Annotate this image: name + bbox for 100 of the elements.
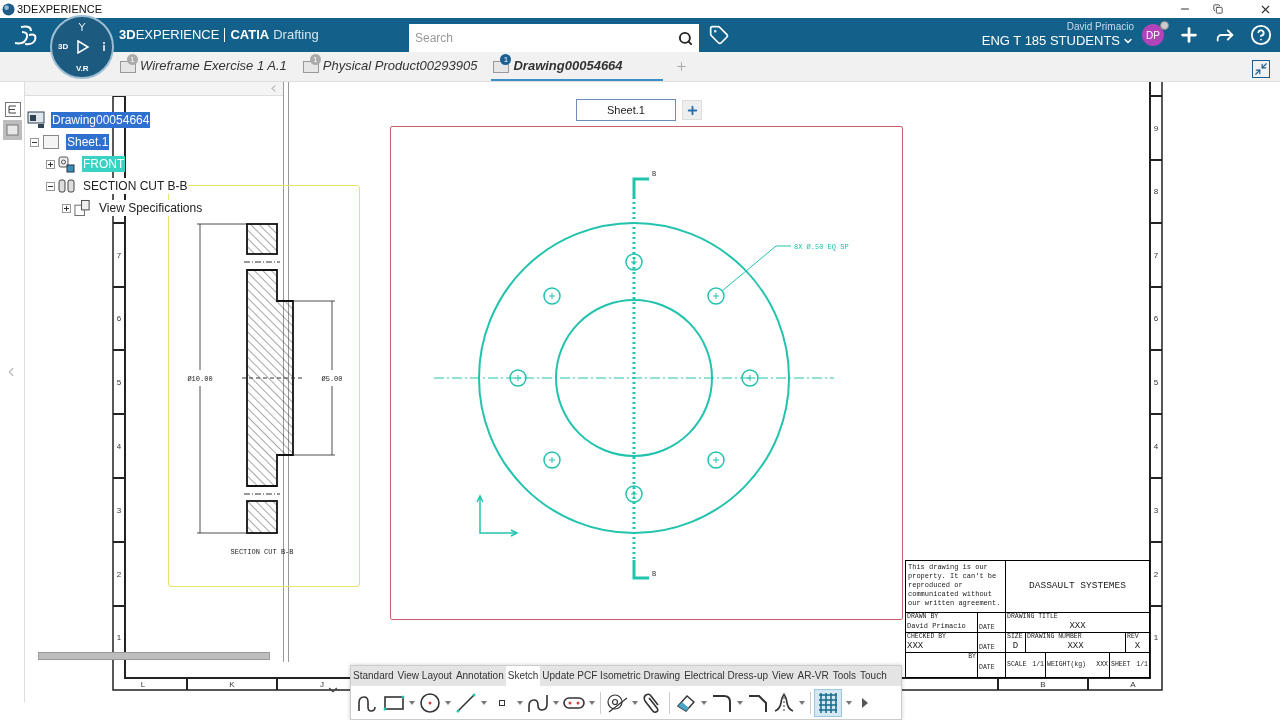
caret-icon[interactable]	[631, 699, 639, 706]
circle-icon[interactable]	[418, 690, 442, 715]
app-name: CATIA	[230, 26, 270, 45]
field-value: XXX	[1069, 621, 1086, 632]
plus-icon[interactable]	[1178, 24, 1200, 46]
tab-badge: 1	[500, 54, 512, 65]
ruler-label: 5	[116, 378, 122, 387]
sheet-tab[interactable]: Sheet.1	[576, 99, 676, 121]
document-tab[interactable]: 1 Wireframe Exercise 1 A.1	[118, 53, 289, 81]
tree-item[interactable]: Drawing00054664	[51, 112, 151, 128]
tree-view-icon[interactable]	[5, 102, 21, 117]
toolbar-tab[interactable]: Touch	[858, 666, 889, 686]
field-value: XXX	[907, 641, 925, 652]
caret-icon[interactable]	[700, 699, 708, 706]
ruler-label: 2	[116, 570, 122, 579]
document-tab[interactable]: 1 Physical Product00293905	[300, 53, 480, 81]
section-hatch-block	[246, 223, 278, 255]
ruler-label: 9	[1153, 124, 1159, 133]
search-field[interactable]: Search	[409, 24, 699, 52]
expand-toggle[interactable]	[46, 159, 55, 169]
tenant-name[interactable]: ENG T 185 STUDENTS	[981, 33, 1120, 49]
leader-line	[721, 245, 792, 292]
ruler-label: A	[1130, 680, 1136, 689]
ruler-label: 4	[116, 442, 122, 451]
ruler-label: 5	[1153, 378, 1159, 387]
tree-item[interactable]: View Specifications	[98, 200, 204, 216]
hole-circle	[543, 451, 561, 469]
toolbar-tab[interactable]: Update PCF Isometric Drawing	[540, 666, 683, 686]
tree-item[interactable]: SECTION CUT B-B	[82, 178, 189, 194]
toolbar-tab[interactable]: View Layout	[395, 666, 454, 686]
help-icon[interactable]	[1250, 24, 1272, 46]
search-icon[interactable]	[678, 30, 693, 46]
caret-icon[interactable]	[444, 699, 452, 706]
collapse-toggle[interactable]	[30, 137, 39, 147]
ruler-label: 3	[1153, 506, 1159, 515]
ruler-label: 7	[116, 251, 122, 260]
status-dot-icon	[1160, 21, 1169, 30]
info-icon[interactable]	[102, 42, 108, 52]
document-tab[interactable]: 1 Drawing00054664	[491, 53, 664, 81]
ruler-label: K	[229, 680, 235, 689]
tab-badge: 1	[309, 54, 321, 65]
plus-icon	[685, 103, 699, 117]
tree-item[interactable]: Sheet.1	[66, 134, 110, 150]
restore-icon[interactable]	[1213, 4, 1223, 14]
ruler-label: B	[1040, 680, 1046, 689]
tab-badge: 1	[127, 54, 138, 65]
window-title: 3DEXPERIENCE	[17, 1, 102, 17]
caret-icon[interactable]	[588, 699, 596, 706]
toolbar-tab[interactable]: AR-VR	[795, 666, 831, 686]
view-icon	[58, 155, 75, 173]
caret-icon[interactable]	[552, 699, 560, 706]
collapse-icon[interactable]	[1252, 60, 1270, 78]
ruler-label: 7	[1153, 251, 1159, 260]
caret-icon[interactable]	[845, 699, 853, 706]
ruler-label: 6	[116, 314, 122, 323]
caret-icon[interactable]	[480, 699, 488, 706]
scroll-right-icon[interactable]	[861, 696, 869, 709]
collapse-toggle[interactable]	[46, 181, 55, 191]
toolbar-tab[interactable]: Annotation	[453, 666, 506, 686]
toolbar-tab[interactable]: Electrical Dress-up	[682, 666, 771, 686]
scrollbar[interactable]	[38, 652, 270, 660]
search-input[interactable]: Search	[415, 29, 678, 47]
compass-label[interactable]: V.R	[76, 63, 89, 75]
expand-toggle[interactable]	[62, 203, 71, 213]
tab-label: Drawing00054664	[513, 57, 623, 76]
field-value: X	[1134, 641, 1141, 652]
play-icon[interactable]	[76, 40, 90, 54]
grid-icon	[817, 691, 839, 714]
hole-circle	[625, 253, 643, 271]
caret-icon[interactable]	[798, 699, 806, 706]
grid-button[interactable]	[814, 688, 842, 717]
caret-icon[interactable]	[516, 699, 524, 706]
ruler-label: J	[320, 680, 324, 689]
ruler-label: 1	[1153, 633, 1159, 642]
compass-label[interactable]: 3D	[58, 41, 69, 53]
ruler-label: L	[140, 680, 146, 689]
caret-icon[interactable]	[408, 699, 416, 706]
ruler-label: 3	[116, 506, 122, 515]
ruler-label: 1	[116, 633, 122, 642]
toolbar-tab[interactable]: Sketch	[505, 666, 541, 686]
center-line	[241, 377, 304, 379]
toolbar-tab[interactable]: View	[770, 666, 796, 686]
module-name: Drafting	[273, 26, 319, 45]
hole-circle	[707, 451, 725, 469]
add-sheet-button[interactable]	[682, 100, 702, 120]
company-name: DASSAULT SYSTEMES	[1029, 579, 1126, 594]
axis-icon	[476, 494, 519, 537]
toolbar-tab[interactable]: Standard	[351, 666, 396, 686]
user-avatar[interactable]: DP	[1142, 24, 1164, 46]
section-hatch-block	[246, 500, 278, 534]
drawing-icon	[27, 111, 45, 129]
toolbar-tab[interactable]: Tools	[830, 666, 859, 686]
specifications-icon	[74, 199, 91, 217]
symmetry-icon[interactable]	[772, 690, 796, 715]
center-line	[243, 261, 281, 263]
tag-icon[interactable]	[709, 25, 729, 45]
caret-icon[interactable]	[736, 699, 744, 706]
ruler-label: 4	[1153, 442, 1159, 451]
hole-circle	[509, 369, 527, 387]
tab-label: Physical Product00293905	[322, 57, 478, 76]
